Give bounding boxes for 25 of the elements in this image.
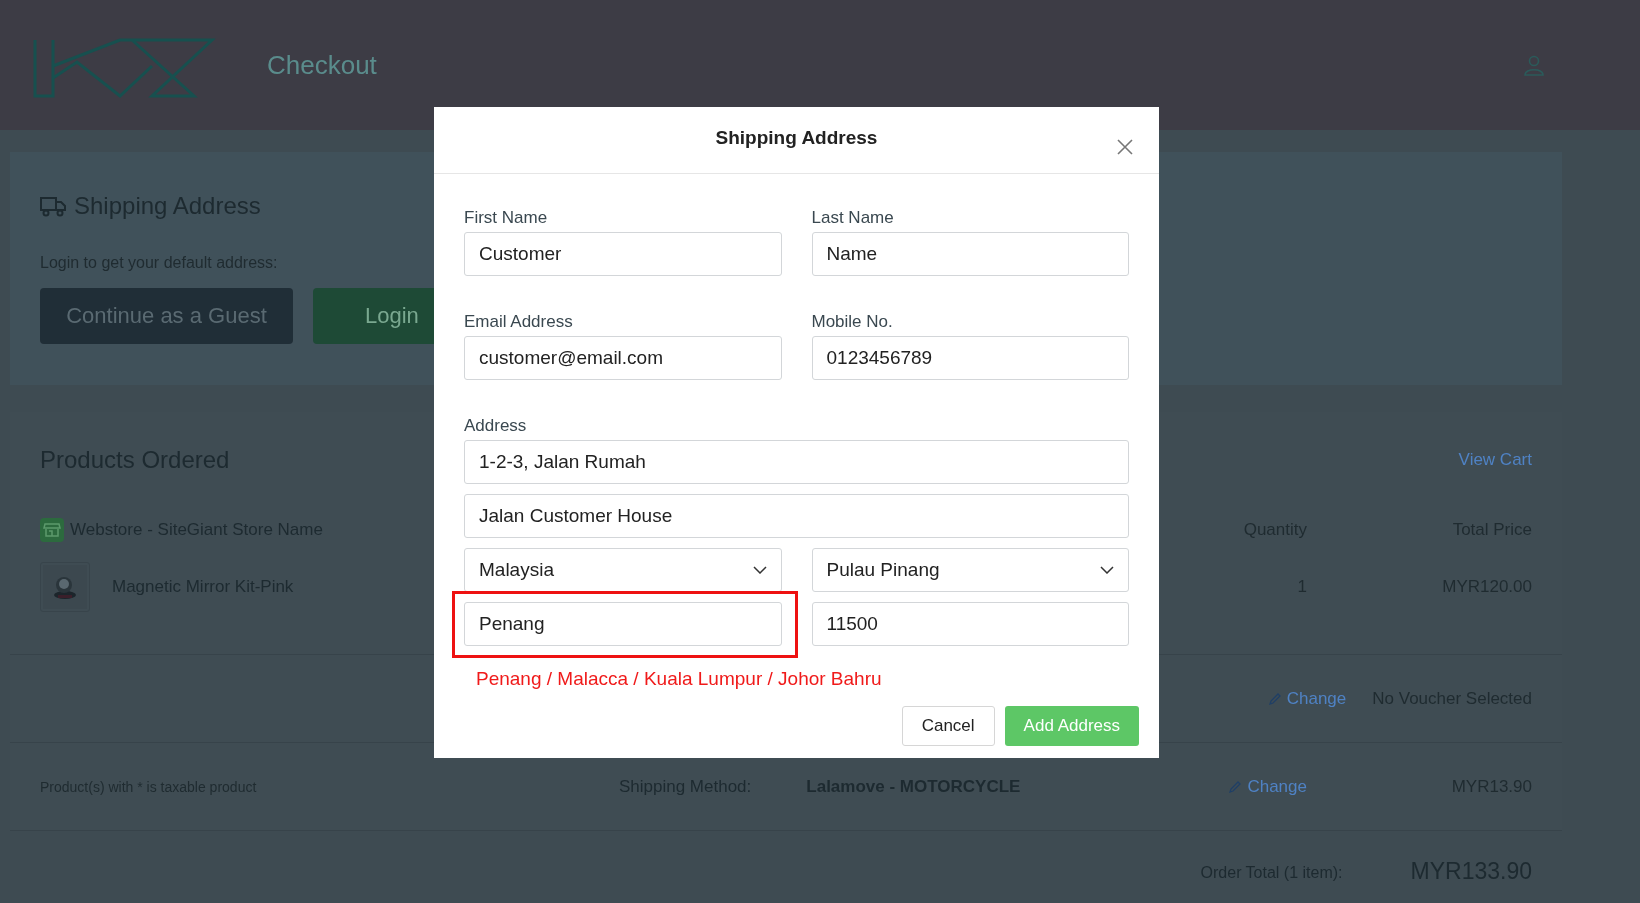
input-field[interactable]: Name: [811, 232, 1129, 276]
chevron-down-icon: [1100, 566, 1114, 574]
field-label: Address: [464, 416, 528, 436]
input-field[interactable]: Customer: [464, 232, 782, 276]
input-field[interactable]: 1-2-3, Jalan Rumah: [464, 440, 1129, 484]
input-field[interactable]: Jalan Customer House: [464, 494, 1129, 538]
dialog-title: Shipping Address: [715, 127, 878, 149]
hint-text: Penang / Malacca / Kuala Lumpur / Johor Bahru: [476, 668, 883, 690]
input-field[interactable]: 0123456789: [811, 336, 1129, 380]
dropdown[interactable]: Pulau Pinang: [811, 548, 1129, 592]
chevron-down-icon: [752, 566, 767, 574]
truck-icon: [40, 195, 66, 217]
pencil-icon: [1228, 779, 1243, 794]
input-field[interactable]: 11500: [811, 602, 1129, 646]
input-field[interactable]: Penang: [464, 602, 782, 646]
field-label: Mobile No.: [811, 312, 894, 332]
store-icon: [40, 518, 64, 542]
cancel-button[interactable]: Cancel: [901, 706, 995, 746]
field-label: First Name: [464, 208, 549, 228]
input-field[interactable]: customer@email.com: [464, 336, 782, 380]
field-label: Last Name: [811, 208, 895, 228]
pencil-icon: [1267, 691, 1282, 706]
page-title: Checkout: [267, 49, 378, 81]
close-icon[interactable]: [1117, 139, 1133, 155]
dropdown[interactable]: Malaysia: [464, 548, 782, 592]
